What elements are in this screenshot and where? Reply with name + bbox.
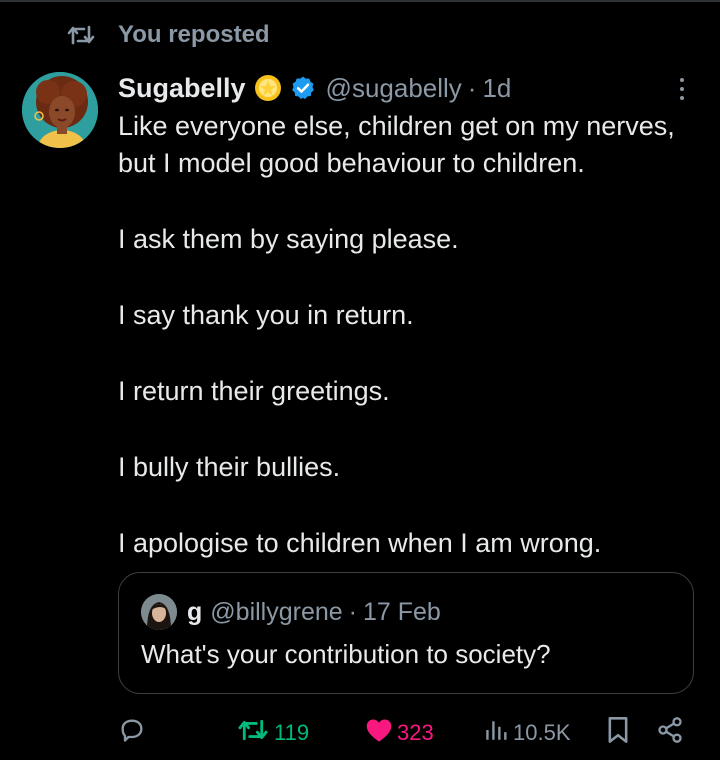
top-divider (0, 0, 720, 2)
author-handle[interactable]: @sugabelly (326, 73, 462, 104)
repost-banner: You reposted (66, 20, 270, 50)
tweet-timestamp[interactable]: 1d (482, 73, 511, 104)
tweet-paragraph: Like everyone else, children get on my n… (118, 111, 675, 178)
bookmark-icon (606, 716, 630, 750)
more-options-icon[interactable] (672, 74, 692, 104)
tweet-paragraph: I say thank you in return. (118, 300, 414, 330)
quoted-tweet-header: g @billygrene · 17 Feb (187, 595, 441, 629)
repost-button[interactable]: 119 (236, 716, 309, 750)
quoted-tweet-card[interactable]: g @billygrene · 17 Feb What's your contr… (118, 572, 694, 694)
quoted-author-avatar[interactable] (141, 594, 177, 630)
repost-icon (66, 23, 96, 47)
bookmark-button[interactable] (606, 716, 630, 750)
views-button[interactable]: 10.5K (483, 716, 571, 750)
views-count: 10.5K (513, 720, 571, 745)
verified-badge-icon[interactable] (290, 75, 316, 101)
views-icon (483, 717, 509, 749)
share-button[interactable] (656, 716, 684, 750)
author-avatar[interactable] (22, 72, 98, 148)
repost-icon (236, 718, 270, 748)
tweet-paragraph: I apologise to children when I am wrong. (118, 528, 602, 558)
share-icon (656, 716, 684, 750)
tweet-paragraph: I bully their bullies. (118, 452, 341, 482)
author-name[interactable]: Sugabelly (118, 73, 246, 104)
glowing-star-emoji-icon (254, 74, 282, 102)
quoted-author-handle[interactable]: @billygrene (210, 598, 342, 627)
separator-dot: · (467, 72, 477, 103)
quoted-tweet-text: What's your contribution to society? (141, 639, 551, 669)
repost-banner-label: You reposted (118, 21, 270, 48)
separator-dot: · (348, 597, 357, 626)
reply-button[interactable] (118, 716, 146, 750)
action-bar: 119 323 10.5K (0, 716, 720, 750)
tweet-body: Like everyone else, children get on my n… (118, 108, 708, 562)
tweet-header: Sugabelly @sugabelly · 1d (118, 68, 511, 108)
like-button[interactable]: 323 (365, 716, 434, 750)
quoted-author-name[interactable]: g (187, 598, 202, 627)
reply-icon (118, 716, 146, 750)
repost-count: 119 (274, 720, 310, 745)
tweet-paragraph: I return their greetings. (118, 376, 390, 406)
like-count: 323 (397, 720, 434, 745)
tweet-paragraph: I ask them by saying please. (118, 224, 459, 254)
quoted-tweet-timestamp[interactable]: 17 Feb (363, 598, 441, 627)
heart-icon (365, 717, 393, 749)
